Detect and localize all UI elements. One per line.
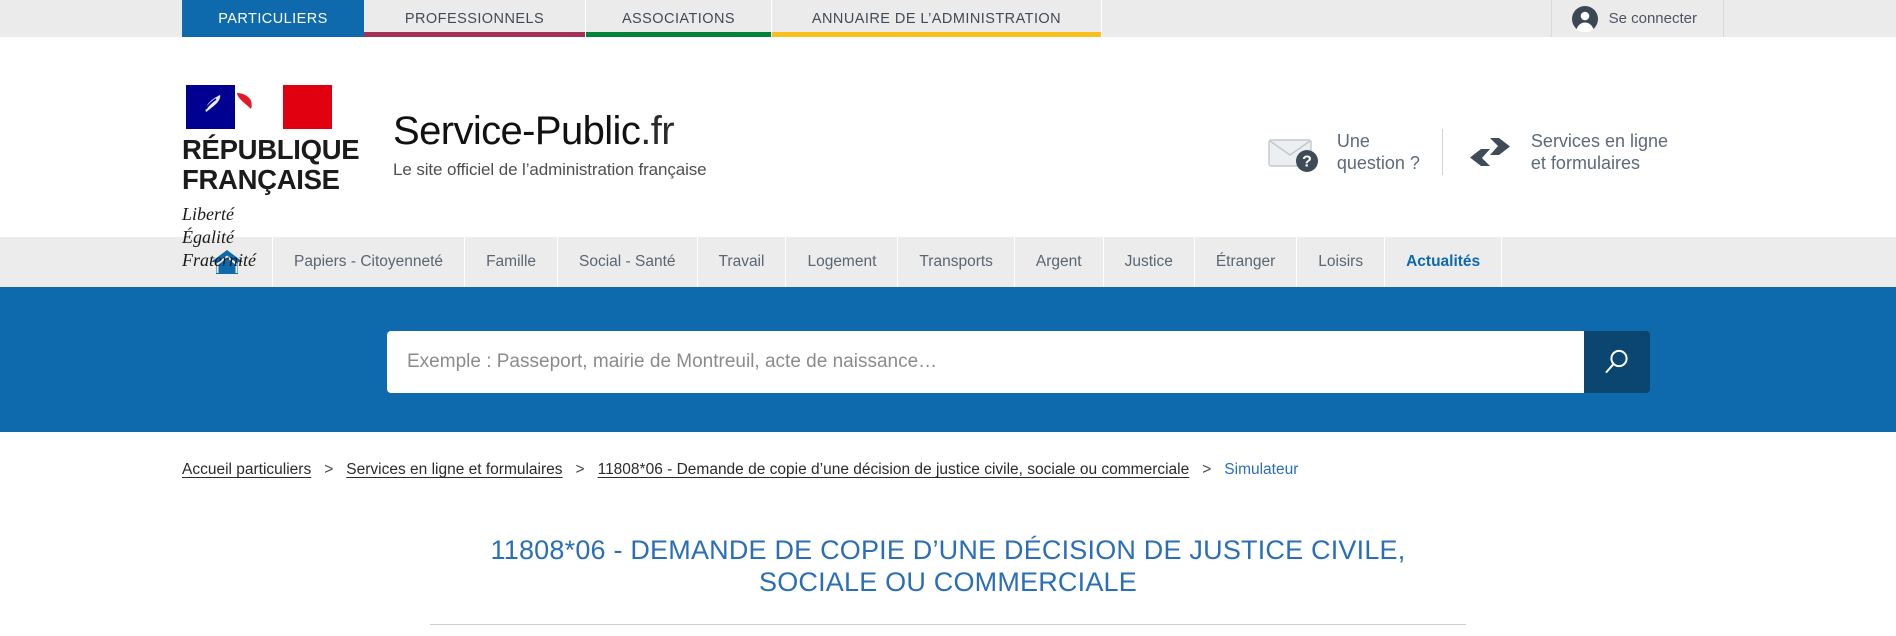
site-name-text: Service-Public [393,109,641,153]
nav-label: Justice [1124,253,1173,270]
nav-item-actualites[interactable]: Actualités [1385,237,1503,287]
nav-label: Actualités [1406,253,1481,270]
title-divider [430,624,1466,626]
republique-francaise-logo: RÉPUBLIQUE FRANÇAISE Liberté Égalité Fra… [182,85,368,272]
breadcrumb-separator: > [324,461,334,478]
service-public-logo[interactable]: Service-Public.fr Le site officiel de l’… [368,85,707,180]
rf-line-1: RÉPUBLIQUE [182,134,360,165]
topbar-left-spacer [0,0,182,37]
nav-item-loisirs[interactable]: Loisirs [1297,237,1386,287]
question-line-1: Une [1336,130,1370,151]
exchange-arrows-icon [1467,138,1512,166]
login-button-label: Se connecter [1608,10,1697,27]
brand-block[interactable]: RÉPUBLIQUE FRANÇAISE Liberté Égalité Fra… [0,37,707,272]
question-action[interactable]: ? Une question ? [1245,130,1442,175]
tab-particuliers[interactable]: PARTICULIERS [182,0,364,47]
republique-francaise-title: RÉPUBLIQUE FRANÇAISE [182,135,368,194]
site-tagline: Le site officiel de l’administration fra… [393,160,707,179]
question-line-2: question ? [1336,153,1420,173]
nav-label: Étranger [1215,253,1276,270]
nav-label: Logement [807,253,877,270]
tab-associations-label: ASSOCIATIONS [621,10,736,27]
devise-liberte: Liberté [182,204,234,225]
title-area: 11808*06 - DEMANDE DE COPIE D’UNE DÉCISI… [430,534,1466,626]
online-services-line-2: et formulaires [1530,153,1640,173]
online-services-action-label: Services en ligne et formulaires [1531,130,1668,175]
login-button[interactable]: Se connecter [1550,0,1724,37]
french-flag-marianne-icon [186,85,332,129]
devise-egalite: Égalité [182,227,234,248]
rf-line-2: FRANÇAISE [182,163,340,195]
nav-label: Argent [1035,253,1082,270]
breadcrumb-item-formulaire[interactable]: 11808*06 - Demande de copie d’une décisi… [598,461,1190,479]
audience-tab-bar: PARTICULIERS PROFESSIONNELS ASSOCIATIONS… [0,0,1896,47]
breadcrumb-item-services[interactable]: Services en ligne et formulaires [346,461,562,479]
nav-item-etranger[interactable]: Étranger [1195,237,1298,287]
devise-fraternite: Fraternité [182,250,256,271]
nav-item-transports[interactable]: Transports [898,237,1015,287]
tab-annuaire-administration[interactable]: ANNUAIRE DE L’ADMINISTRATION [772,0,1102,37]
nav-item-travail[interactable]: Travail [698,237,787,287]
avatar-icon [1571,5,1598,32]
tab-particuliers-label: PARTICULIERS [218,10,328,27]
search-submit-button[interactable] [1584,331,1650,393]
nav-item-justice[interactable]: Justice [1104,237,1195,287]
breadcrumb-item-current: Simulateur [1224,461,1299,478]
breadcrumb-separator: > [575,461,585,478]
audience-tabs: PARTICULIERS PROFESSIONNELS ASSOCIATIONS… [182,0,1102,47]
nav-label: Transports [919,253,993,270]
envelope-question-icon: ? [1268,139,1318,172]
search-band [0,292,1896,432]
online-services-action[interactable]: Services en ligne et formulaires [1443,130,1690,175]
nav-label: Travail [718,253,765,270]
header-actions: ? Une question ? Services en ligne et fo… [1245,37,1896,175]
topbar-far-spacer [1724,0,1896,37]
search-icon [1605,349,1628,373]
tab-annuaire-label: ANNUAIRE DE L’ADMINISTRATION [811,10,1062,27]
search-input[interactable] [387,331,1584,393]
question-action-label: Une question ? [1337,130,1420,175]
tab-professionnels[interactable]: PROFESSIONNELS [364,0,586,37]
nav-label: Loisirs [1318,253,1364,270]
breadcrumb: Accueil particuliers > Services en ligne… [0,432,1896,479]
masthead: RÉPUBLIQUE FRANÇAISE Liberté Égalité Fra… [0,37,1896,270]
tab-professionnels-label: PROFESSIONNELS [404,10,545,27]
page-title: 11808*06 - DEMANDE DE COPIE D’UNE DÉCISI… [490,535,1406,598]
site-tld-text: .fr [640,109,674,153]
breadcrumb-separator: > [1202,461,1212,478]
devise-republicaine: Liberté Égalité Fraternité [182,203,368,272]
search-form [387,331,1650,393]
site-name: Service-Public.fr [393,111,707,151]
nav-item-logement[interactable]: Logement [786,237,899,287]
online-services-line-1: Services en ligne [1530,130,1668,151]
nav-item-argent[interactable]: Argent [1015,237,1104,287]
topbar-right: Se connecter [1550,0,1896,37]
tab-associations[interactable]: ASSOCIATIONS [586,0,772,37]
breadcrumb-item-accueil[interactable]: Accueil particuliers [182,461,311,479]
svg-text:?: ? [1302,154,1312,171]
